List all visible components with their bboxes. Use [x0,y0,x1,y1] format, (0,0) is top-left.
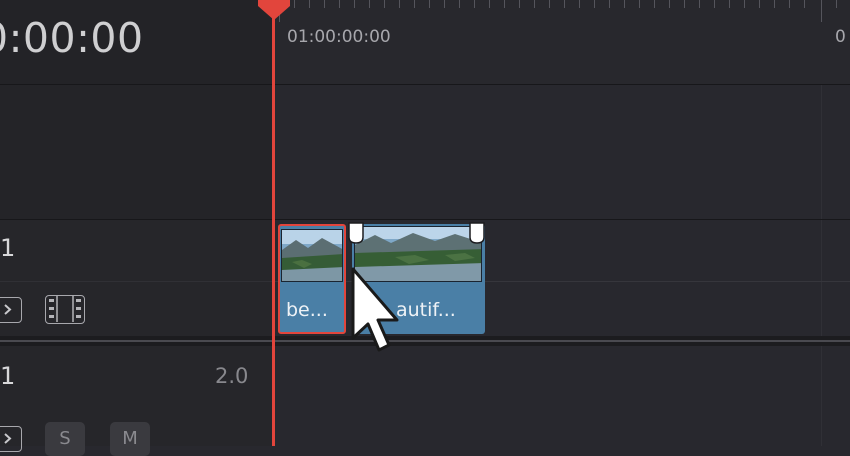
track-separator[interactable] [0,336,850,346]
playhead-line[interactable] [272,0,275,446]
clip-name: autif... [396,299,456,321]
empty-track-header [0,85,275,219]
playhead-marker-icon[interactable] [256,0,292,22]
auto-select-icon[interactable] [0,297,22,323]
mouse-cursor-icon [351,267,399,352]
trim-handle-right-icon[interactable] [469,222,485,244]
video-track-label: 1 [0,234,16,262]
audio-auto-select-icon[interactable] [0,426,22,452]
clip-name: be... [286,299,328,321]
clip-thumbnail [281,229,343,282]
solo-button[interactable]: S [45,422,85,456]
audio-track-volume: 2.0 [215,364,249,388]
video-clip-selected[interactable]: be... [278,224,346,334]
divider [0,281,275,282]
ruler-timecode-next: 0 [835,27,846,47]
timeline-gridline [821,85,822,446]
trim-handle-left-icon[interactable] [348,222,364,244]
video-track-header [0,220,275,336]
mute-button[interactable]: M [110,422,150,456]
current-timecode[interactable]: 0:00:00 [0,14,144,62]
audio-track-label: 1 [0,362,16,390]
film-strip-icon[interactable] [45,295,85,324]
ruler-timecode-start: 01:00:00:00 [287,27,391,47]
